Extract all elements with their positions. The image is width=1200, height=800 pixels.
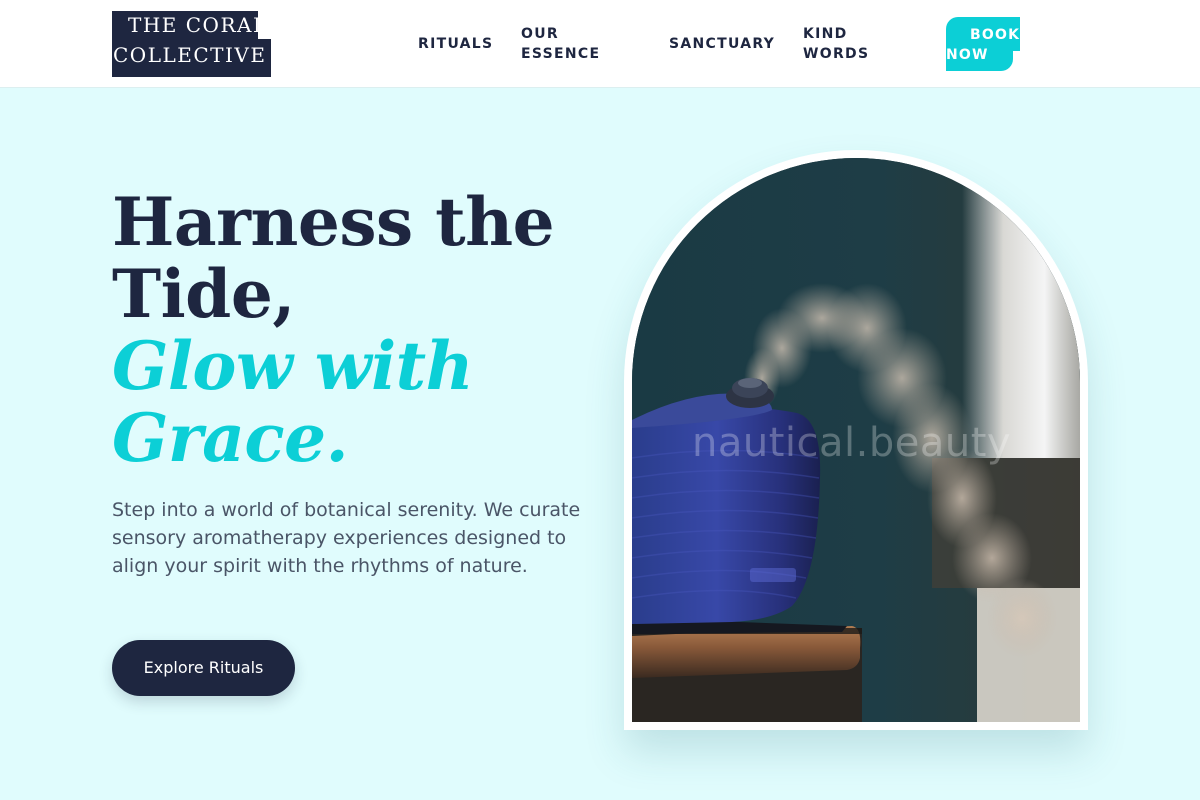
book-now-button[interactable]: BOOK NOW — [946, 17, 1020, 71]
nav-link-kind-words[interactable]: KIND WORDS — [803, 24, 883, 64]
hero-title-accent-line-1: Glow with — [112, 327, 474, 405]
hero-title-line-2: Tide, — [112, 255, 295, 333]
book-now-label-1: BOOK — [970, 27, 1021, 43]
nav-link-our-essence[interactable]: OUR ESSENCE — [521, 24, 617, 64]
nav-link-rituals-label: RITUALS — [418, 36, 494, 52]
brand-logo[interactable]: THE CORAL COLLECTIVE — [112, 11, 271, 77]
hero-title: Harness the Tide, Glow with Grace. — [112, 186, 582, 474]
explore-rituals-button[interactable]: Explore Rituals — [112, 640, 295, 696]
hero-title-accent-line-2: Grace. — [112, 399, 349, 477]
hero-description: Step into a world of botanical serenity.… — [112, 499, 581, 577]
nav-link-kind-words-label-2: WORDS — [803, 46, 870, 62]
site-header: THE CORAL COLLECTIVE RITUALS OUR ESSENCE… — [0, 0, 1200, 88]
nav-link-sanctuary-label: SANCTUARY — [669, 36, 776, 52]
brand-logo-line-2: COLLECTIVE — [112, 39, 271, 77]
nav-link-rituals[interactable]: RITUALS — [418, 34, 493, 54]
hero-title-line-1: Harness the — [112, 183, 555, 261]
book-now-label-2: NOW — [946, 47, 989, 63]
nav-link-our-essence-label-1: OUR — [521, 26, 559, 42]
nav-link-our-essence-label-2: ESSENCE — [521, 46, 601, 62]
nav-link-sanctuary[interactable]: SANCTUARY — [669, 34, 775, 54]
brand-logo-line-1: THE CORAL — [112, 11, 266, 39]
hero-image — [632, 158, 1080, 722]
nav-link-kind-words-label-1: KIND — [803, 26, 848, 42]
hero-image-frame — [624, 150, 1088, 730]
book-now-button-text: BOOK NOW — [946, 25, 1020, 65]
diffuser-illustration — [632, 158, 1080, 722]
